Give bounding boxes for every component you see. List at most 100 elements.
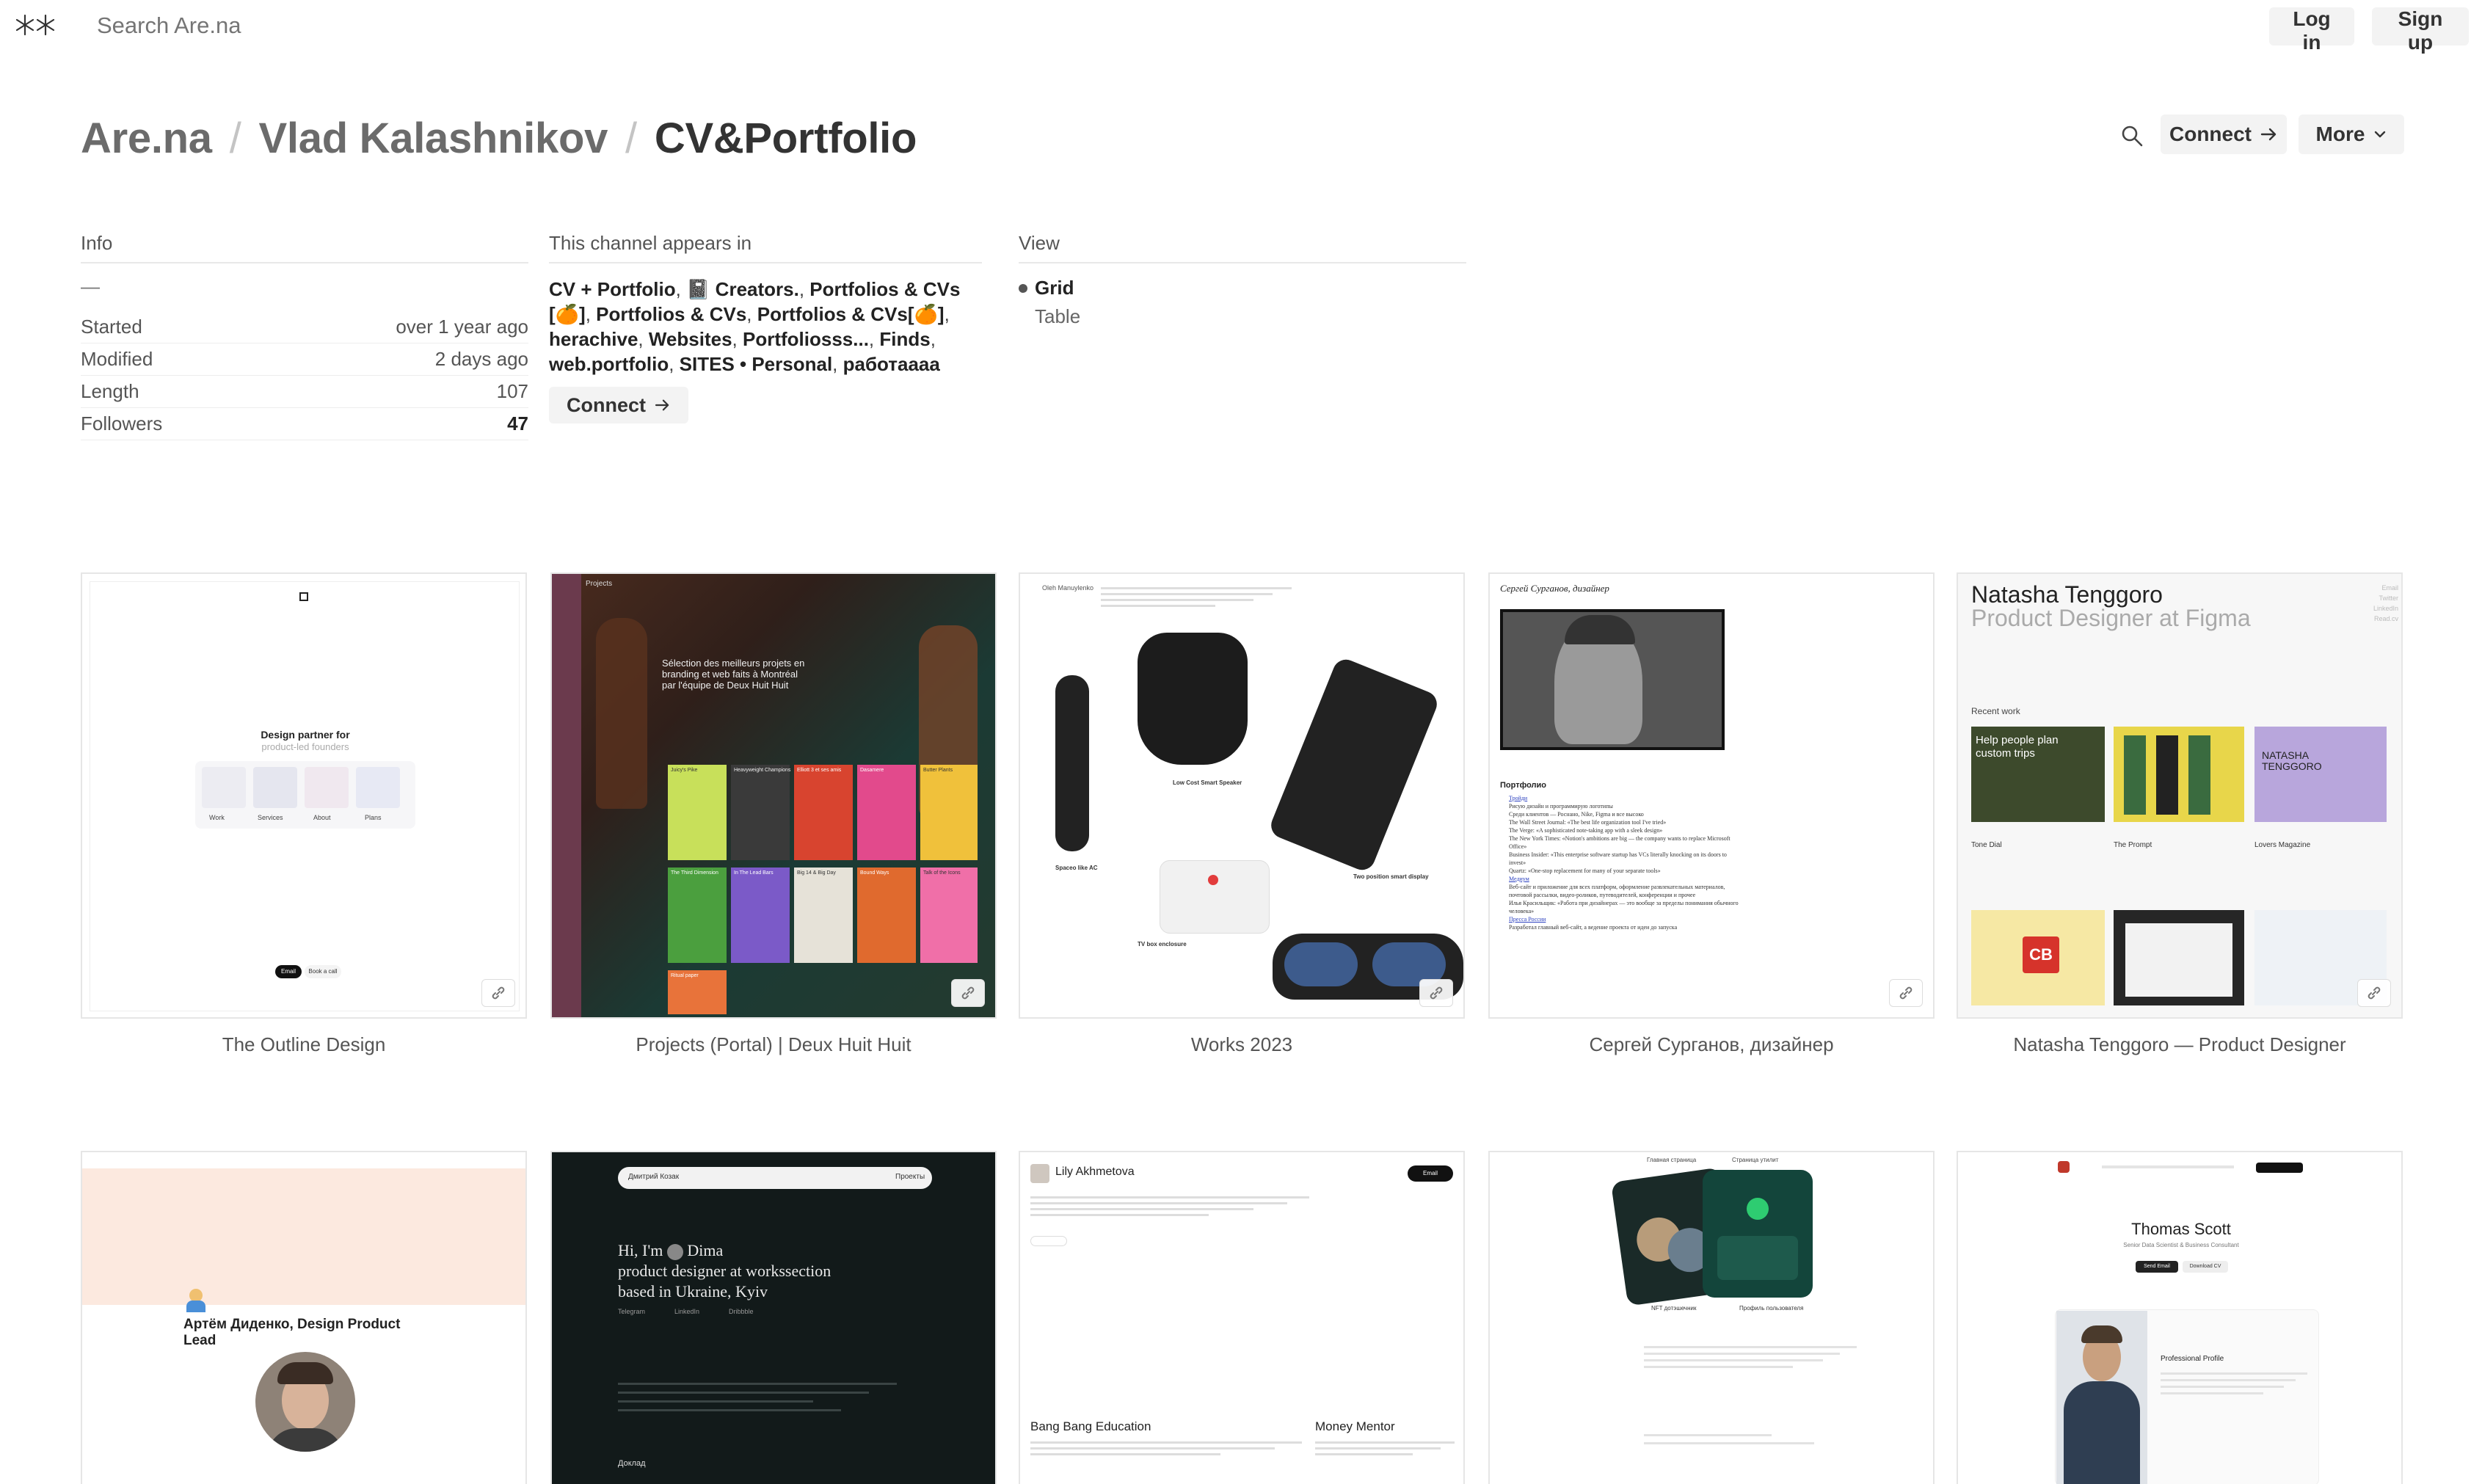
block-card[interactable]: Oleh Manuylenko Low Cost Smart Speaker S…	[1019, 572, 1465, 1019]
info-row-modified: Modified 2 days ago	[81, 343, 528, 376]
connect-button[interactable]: Connect	[2161, 114, 2287, 154]
channel-link[interactable]: web.portfolio	[549, 353, 669, 375]
channel-link[interactable]: Portfolios & CVs	[596, 303, 746, 325]
channel-search-icon[interactable]	[2119, 123, 2144, 148]
block-title[interactable]: Сергей Сурганов, дизайнер	[1488, 1033, 1935, 1056]
info-panel: Info — Started over 1 year ago Modified 2 …	[81, 232, 528, 440]
thumb-list-item: Тройди	[1509, 795, 1528, 801]
block-card[interactable]: Главная страница Страница утилит NFT дот…	[1488, 1151, 1935, 1484]
channel-link[interactable]: 📓 Creators.	[686, 278, 799, 300]
view-panel: View Grid Table	[1019, 232, 1466, 328]
block-title[interactable]: Natasha Tenggoro — Product Designer	[1957, 1033, 2403, 1056]
link-icon	[492, 986, 505, 1000]
thumb-headline-name: Dima	[687, 1241, 724, 1259]
view-option-label: Grid	[1035, 277, 1074, 299]
thumb-work-title: Lovers Magazine	[2254, 841, 2311, 849]
info-title: Info	[81, 232, 528, 263]
block-card[interactable]: Natasha Tenggoro Product Designer at Fig…	[1957, 572, 2403, 1019]
block-card[interactable]: Thomas Scott Senior Data Scientist & Bus…	[1957, 1151, 2403, 1484]
thumb-project-title: Bang Bang Education	[1030, 1419, 1151, 1433]
info-value: 107	[496, 380, 528, 402]
signup-button[interactable]: Sign up	[2372, 7, 2469, 54]
thumb-side-link: LinkedIn	[2373, 605, 2399, 612]
channel-link[interactable]: herachive	[549, 328, 638, 350]
thumb-list: Тройди Рисую дизайн и программирую логот…	[1509, 794, 1744, 931]
link-badge	[481, 979, 515, 1007]
breadcrumb-user-link[interactable]: Vlad Kalashnikov	[259, 114, 608, 162]
block-card[interactable]: Projects Sélection des meilleurs projets…	[550, 572, 997, 1019]
block-card[interactable]: Артём Диденко, Design Product Lead	[81, 1151, 527, 1484]
thumb-name: Thomas Scott	[2131, 1220, 2231, 1238]
thumb-headline: Design partner for	[261, 729, 350, 741]
thumb-tile-label: Elliott 3 et ses amis	[797, 768, 842, 773]
thumb-brand: Oleh Manuylenko	[1042, 584, 1094, 592]
thumb-nav-item: Services	[258, 814, 283, 821]
more-label: More	[2315, 123, 2365, 145]
thumb-email-button: Email	[1408, 1165, 1453, 1182]
thumb-caption: Spaceo like AC	[1055, 865, 1098, 871]
link-badge	[951, 979, 985, 1007]
arrow-right-icon	[2260, 128, 2277, 141]
channel-link[interactable]: SITES • Personal	[680, 353, 833, 375]
info-value: 2 days ago	[434, 348, 528, 370]
followers-count-link[interactable]: 47	[507, 412, 528, 435]
thumb-list-item: The Wall Street Journal: «The best life …	[1509, 819, 1667, 826]
breadcrumb-root-link[interactable]: Are.na	[81, 114, 212, 162]
thumb-caption: TV box enclosure	[1138, 941, 1187, 947]
arena-logo-icon[interactable]	[15, 12, 56, 38]
view-option-grid[interactable]: Grid	[1019, 277, 1466, 299]
channel-link[interactable]: Websites	[649, 328, 732, 350]
block-title[interactable]: Works 2023	[1019, 1033, 1465, 1056]
thumb-nav-item: About	[313, 814, 331, 821]
view-option-table[interactable]: Table	[1019, 305, 1466, 328]
thumb-footer: Доклад	[618, 1459, 646, 1468]
thumb-headline-text: product designer at workssection	[618, 1262, 831, 1280]
avatar	[1030, 1164, 1049, 1183]
channel-link[interactable]: CV + Portfolio	[549, 278, 676, 300]
thumb-link: Dribbble	[729, 1308, 754, 1315]
appears-in-list: CV + Portfolio, 📓 Creators., Portfolios …	[549, 278, 961, 375]
search-input[interactable]	[97, 10, 757, 41]
breadcrumb: Are.na / Vlad Kalashnikov / CV&Portfolio	[81, 114, 917, 163]
info-label: Started	[81, 316, 142, 338]
thumb-sub: Senior Data Scientist & Business Consult…	[2123, 1242, 2239, 1248]
thumb-logo	[2058, 1161, 2070, 1173]
block-card[interactable]: Дмитрий Козак Проекты Hi, I'm Dima produ…	[550, 1151, 997, 1484]
channel-link[interactable]: Portfoliosss...	[743, 328, 869, 350]
block-title[interactable]: The Outline Design	[81, 1033, 527, 1056]
block-card[interactable]: Lily Akhmetova Email Bang Bang Education…	[1019, 1151, 1465, 1484]
link-icon	[1430, 986, 1443, 1000]
channel-link[interactable]: Finds	[879, 328, 930, 350]
arrow-right-icon	[655, 399, 669, 411]
thumb-recent: Recent work	[1971, 706, 2020, 716]
thumb-card-text: Help people plan custom trips	[1976, 734, 2059, 760]
block-card[interactable]: Сергей Сурганов, дизайнер Портфолио Трой…	[1488, 572, 1935, 1019]
block-card[interactable]: Design partner for product-led founders …	[81, 572, 527, 1019]
more-button[interactable]: More	[2299, 114, 2404, 154]
info-value: over 1 year ago	[396, 316, 528, 338]
thumb-nav-item: Work	[209, 814, 225, 821]
channel-link[interactable]: работаааа	[843, 353, 940, 375]
thumb-headline: Sélection des meilleurs projets en brand…	[662, 658, 805, 691]
block-title[interactable]: Projects (Portal) | Deux Huit Huit	[550, 1033, 997, 1056]
thumb-role: Product Designer at Figma	[1971, 605, 2251, 631]
thumb-email-button: Send Email	[2136, 1261, 2178, 1273]
thumb-tile-label: Butter Plants	[923, 768, 953, 773]
breadcrumb-separator: /	[229, 114, 241, 162]
link-badge	[1889, 979, 1923, 1007]
thumb-nav-name: Дмитрий Козак	[628, 1173, 680, 1181]
login-button[interactable]: Log in	[2269, 7, 2354, 54]
thumb-side-links: Email Twitter LinkedIn Read.cv	[2373, 583, 2398, 624]
connect-secondary-button[interactable]: Connect	[549, 387, 688, 423]
thumb-book-button: Book a call	[305, 965, 341, 978]
thumb-subline: product-led founders	[261, 741, 349, 752]
channel-link[interactable]: Portfolios & CVs[🍊]	[757, 303, 945, 325]
top-bar: Log in Sign up	[0, 0, 2482, 54]
thumb-section: Professional Profile	[2161, 1355, 2224, 1363]
thumb-headline-text: based in Ukraine, Kyiv	[618, 1282, 768, 1301]
link-icon	[1899, 986, 1913, 1000]
link-badge	[2357, 979, 2391, 1007]
view-title: View	[1019, 232, 1466, 263]
thumb-tile-label: The Third Dimension	[671, 870, 718, 876]
thumb-headline: Hi, I'm Dima product designer at worksse…	[618, 1240, 831, 1302]
